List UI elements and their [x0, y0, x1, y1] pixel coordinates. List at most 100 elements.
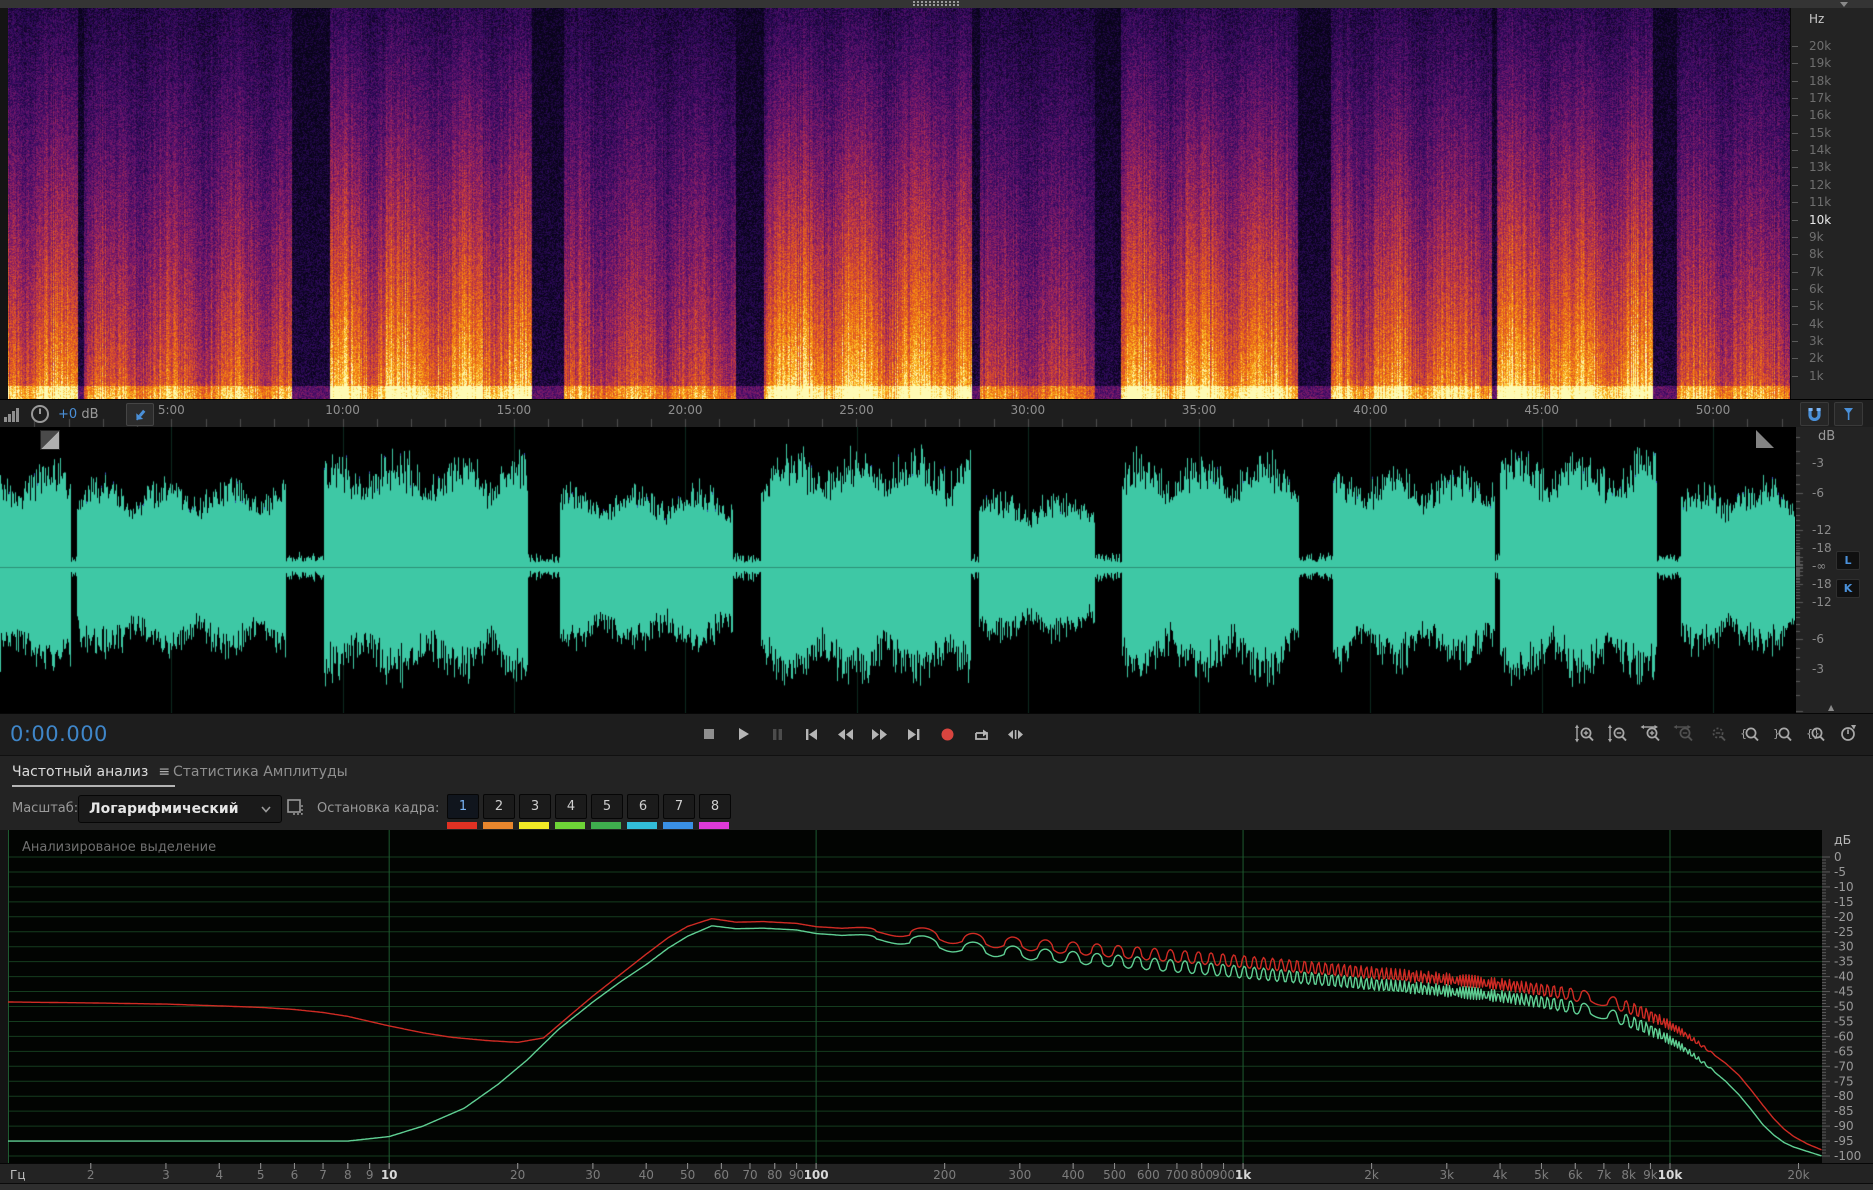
frequency-label: 16k	[1809, 108, 1832, 123]
scroll-arrow-icon[interactable]: ▲	[1828, 703, 1834, 712]
record-button[interactable]	[935, 721, 960, 747]
svg-text:3: 3	[162, 1168, 170, 1182]
waveform-canvas[interactable]	[0, 427, 1795, 713]
zoom-in-left-selection-button[interactable]: {	[1737, 721, 1762, 747]
drag-handle-icon	[913, 4, 959, 6]
magnet-snap-button[interactable]	[1800, 402, 1829, 426]
loop-playback-button[interactable]	[969, 721, 994, 747]
svg-text:7: 7	[319, 1168, 327, 1182]
frequency-analysis-controls: Масштаб: Логарифмический Остановка кадра…	[0, 790, 1873, 830]
amplitude-scale-unit: dB	[1818, 429, 1836, 444]
copy-to-clipboard-button[interactable]	[285, 797, 309, 825]
frequency-scale-unit: Hz	[1809, 12, 1825, 26]
rewind-button[interactable]	[833, 721, 858, 747]
hold-buttons: 12345678	[447, 794, 731, 829]
view-split-grip-icon[interactable]	[40, 430, 60, 450]
zoom-reset-icon	[1712, 727, 1726, 742]
skip-selection-button[interactable]	[1003, 721, 1028, 747]
waveform-panel: dB ▲ -3 -6 -12 -18 -∞ -18 -12 -6 -3 L K	[0, 427, 1873, 713]
frequency-tick	[1792, 63, 1798, 65]
clock-icon[interactable]	[30, 404, 50, 424]
zoom-out-amplitude-button[interactable]	[1605, 721, 1630, 747]
channel-button-k[interactable]: K	[1836, 579, 1860, 598]
pushpin-icon	[1844, 408, 1853, 420]
timeline-label: 10:00	[325, 403, 360, 417]
frequency-tick	[1792, 306, 1798, 308]
zoom-in-amplitude-button[interactable]	[1572, 721, 1597, 747]
hold-button-7[interactable]: 7	[663, 794, 695, 829]
zoom-full-button[interactable]	[1869, 721, 1873, 747]
svg-text:600: 600	[1137, 1168, 1160, 1182]
svg-text:9: 9	[366, 1168, 374, 1182]
plot-annotation: Анализированое выделение	[22, 840, 217, 855]
hold-button-3[interactable]: 3	[519, 794, 551, 829]
zoom-to-selection-button[interactable]: {}	[1803, 721, 1828, 747]
tab-frequency-analysis[interactable]: Частотный анализ ≡	[12, 764, 170, 780]
svg-text:2: 2	[87, 1168, 95, 1182]
frequency-label: 2k	[1809, 351, 1824, 366]
zoom-to-playhead-button[interactable]	[1836, 721, 1861, 747]
frequency-tick	[1792, 167, 1798, 169]
spectral-display-panel: Hz 20k 19k 18k 17k 16k 15k 14k 13k 12k 11k 10k 9k 8k…	[0, 8, 1873, 399]
hold-button-1[interactable]: 1	[447, 794, 479, 829]
frequency-label: 3k	[1809, 333, 1824, 348]
marker-snap-button[interactable]	[1834, 402, 1863, 426]
frequency-scale: Hz 20k 19k 18k 17k 16k 15k 14k 13k 12k 11k 10k 9k 8k…	[1790, 8, 1873, 399]
stop-button[interactable]	[697, 721, 722, 747]
frequency-label: 18k	[1809, 73, 1832, 88]
frequency-plot[interactable]: дБ 0-5-10-15-20-25-30-35-40-45-50-55-60-6…	[0, 830, 1873, 1183]
panel-menu-icon[interactable]: ≡	[158, 764, 170, 780]
play-button[interactable]	[731, 721, 756, 747]
hold-button-5[interactable]: 5	[591, 794, 623, 829]
active-tab-underline	[12, 785, 175, 787]
zoom-reset-button[interactable]	[1704, 721, 1729, 747]
zoom-out-time-icon	[1673, 725, 1693, 742]
svg-text:-55: -55	[1834, 1014, 1854, 1028]
amplitude-label: -6	[1812, 631, 1824, 646]
timecode-display[interactable]: 0:00.000	[10, 722, 108, 746]
svg-text:500: 500	[1103, 1168, 1126, 1182]
svg-text:2k: 2k	[1364, 1168, 1379, 1182]
frequency-tick	[1792, 115, 1798, 117]
hold-button-8[interactable]: 8	[699, 794, 731, 829]
zoom-out-time-button[interactable]	[1671, 721, 1696, 747]
hold-button-6[interactable]: 6	[627, 794, 659, 829]
levels-icon	[4, 408, 19, 422]
hold-button-4[interactable]: 4	[555, 794, 587, 829]
frequency-label: 13k	[1809, 160, 1832, 175]
zoom-in-left-selection-icon: {	[1740, 727, 1759, 742]
pause-icon	[773, 728, 782, 740]
fast-forward-icon	[872, 728, 887, 740]
pause-button[interactable]	[765, 721, 790, 747]
zoom-in-right-selection-button[interactable]: }	[1770, 721, 1795, 747]
amplitude-scale: dB ▲ -3 -6 -12 -18 -∞ -18 -12 -6 -3 L K	[1795, 427, 1873, 713]
spectrogram-canvas[interactable]	[8, 8, 1790, 399]
frequency-label: 9k	[1809, 229, 1824, 244]
transport-buttons	[697, 721, 1028, 747]
channel-button-l[interactable]: L	[1836, 551, 1860, 570]
view-corner-grip-icon[interactable]	[1756, 430, 1774, 448]
drag-handle-icon[interactable]	[913, 1, 959, 3]
frequency-label: 17k	[1809, 91, 1832, 106]
skip-to-end-icon	[908, 728, 920, 740]
hold-button-label: 3	[519, 794, 551, 819]
scale-dropdown[interactable]: Логарифмический	[78, 795, 282, 823]
svg-text:-90: -90	[1834, 1119, 1854, 1133]
gain-toolbar: +0 dB	[4, 402, 155, 426]
hold-color-swatch	[591, 822, 621, 829]
panel-menu-caret-icon[interactable]	[1840, 2, 1848, 7]
timeline-label: 50:00	[1695, 403, 1731, 417]
hold-button-2[interactable]: 2	[483, 794, 515, 829]
skip-to-start-button[interactable]	[799, 721, 824, 747]
svg-text:50: 50	[680, 1168, 695, 1182]
zoom-in-time-button[interactable]	[1638, 721, 1663, 747]
skip-to-end-button[interactable]	[901, 721, 926, 747]
svg-text:8: 8	[344, 1168, 352, 1182]
pin-toggle-button[interactable]	[126, 402, 155, 426]
zoom-out-amplitude-icon	[1608, 724, 1627, 743]
tab-amplitude-statistics[interactable]: Статистика Амплитуды	[173, 764, 348, 780]
gain-value[interactable]: +0 dB	[58, 407, 98, 422]
svg-text:-5: -5	[1834, 865, 1846, 879]
frequency-tick	[1792, 132, 1798, 134]
fast-forward-button[interactable]	[867, 721, 892, 747]
